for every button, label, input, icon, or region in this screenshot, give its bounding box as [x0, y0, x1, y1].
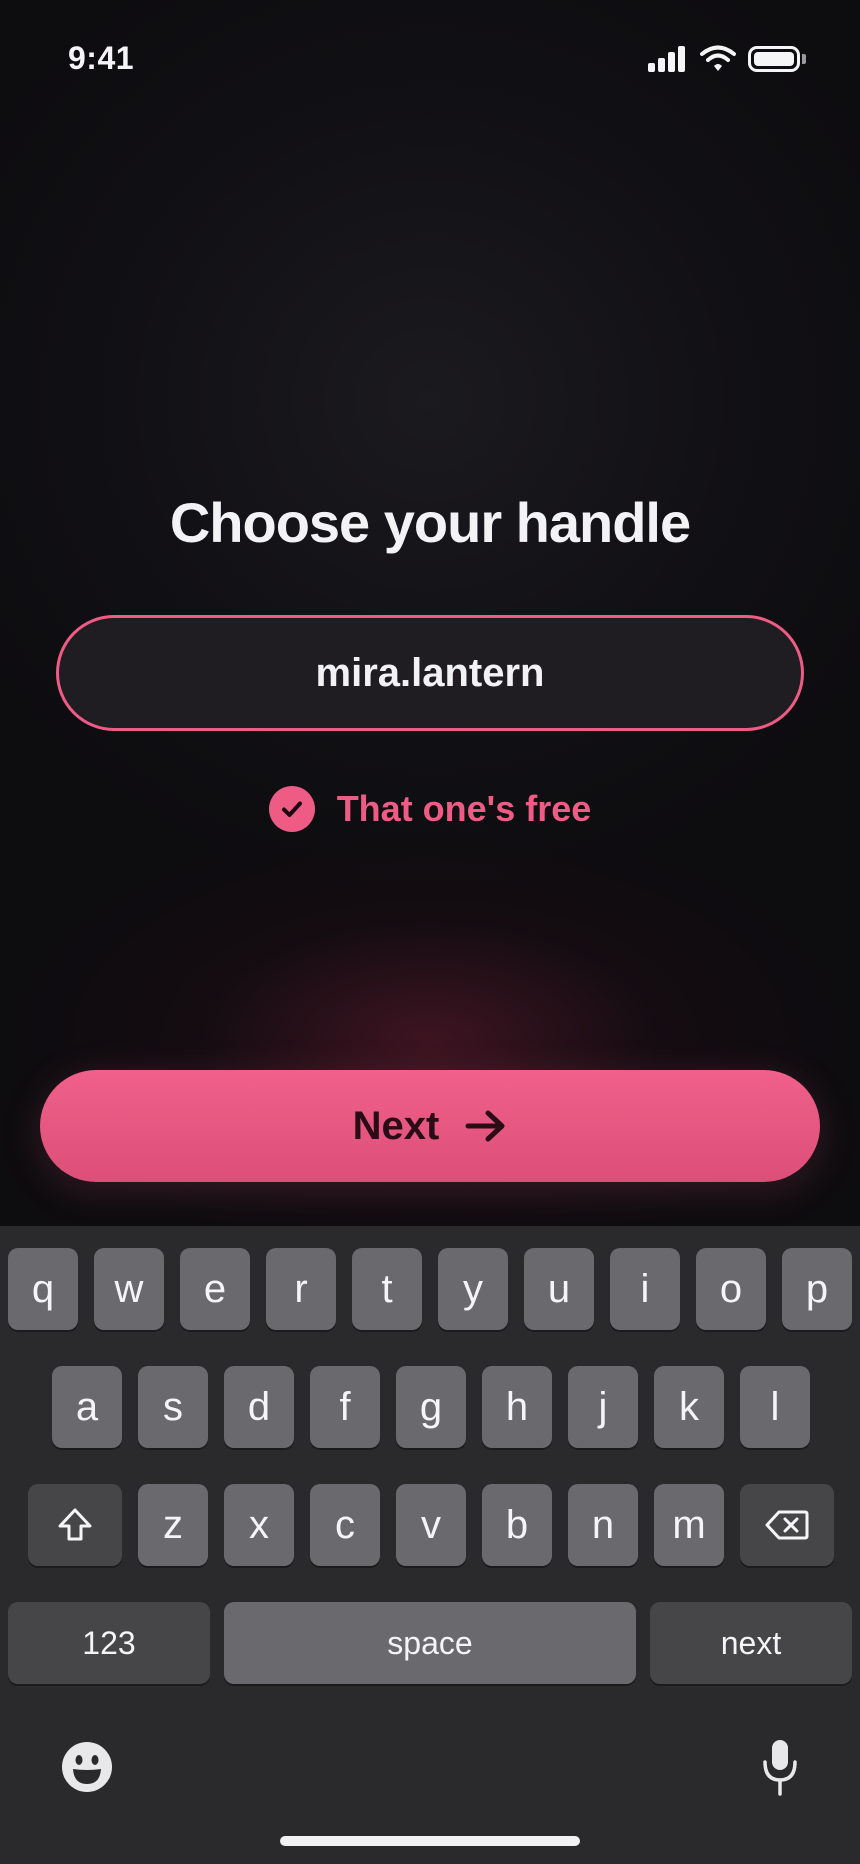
- key-c[interactable]: c: [310, 1484, 380, 1566]
- key-q[interactable]: q: [8, 1248, 78, 1330]
- check-circle-icon: [268, 786, 315, 832]
- key-i[interactable]: i: [610, 1248, 680, 1330]
- space-key[interactable]: space: [224, 1602, 636, 1684]
- key-y[interactable]: y: [438, 1248, 508, 1330]
- key-z[interactable]: z: [138, 1484, 208, 1566]
- next-button[interactable]: Next: [40, 1070, 820, 1182]
- status-bar: 9:41: [0, 0, 860, 120]
- delete-icon: [765, 1510, 809, 1540]
- numbers-key[interactable]: 123: [8, 1602, 210, 1684]
- key-d[interactable]: d: [224, 1366, 294, 1448]
- microphone-icon[interactable]: [760, 1738, 800, 1796]
- status-time: 9:41: [68, 40, 135, 76]
- key-l[interactable]: l: [740, 1366, 810, 1448]
- key-b[interactable]: b: [482, 1484, 552, 1566]
- battery-icon: [748, 46, 800, 72]
- next-button-label: Next: [352, 1103, 440, 1148]
- key-k[interactable]: k: [654, 1366, 724, 1448]
- key-s[interactable]: s: [138, 1366, 208, 1448]
- key-g[interactable]: g: [396, 1366, 466, 1448]
- key-w[interactable]: w: [94, 1248, 164, 1330]
- key-a[interactable]: a: [52, 1366, 122, 1448]
- delete-key[interactable]: [740, 1484, 834, 1566]
- key-m[interactable]: m: [654, 1484, 724, 1566]
- availability-status: That one's free: [0, 785, 860, 833]
- arrow-right-icon: [465, 1110, 505, 1142]
- key-v[interactable]: v: [396, 1484, 466, 1566]
- cellular-signal-icon: [648, 46, 686, 72]
- key-j[interactable]: j: [568, 1366, 638, 1448]
- key-u[interactable]: u: [524, 1248, 594, 1330]
- key-e[interactable]: e: [180, 1248, 250, 1330]
- key-f[interactable]: f: [310, 1366, 380, 1448]
- return-key[interactable]: next: [650, 1602, 852, 1684]
- key-p[interactable]: p: [782, 1248, 852, 1330]
- page-title: Choose your handle: [169, 491, 691, 554]
- key-h[interactable]: h: [482, 1366, 552, 1448]
- shift-key[interactable]: [28, 1484, 122, 1566]
- battery-tip: [802, 54, 806, 64]
- availability-text: That one's free: [336, 788, 592, 829]
- handle-input[interactable]: mira.lantern: [56, 615, 804, 731]
- emoji-icon[interactable]: [60, 1740, 114, 1794]
- shift-icon: [58, 1508, 92, 1541]
- key-t[interactable]: t: [352, 1248, 422, 1330]
- key-r[interactable]: r: [266, 1248, 336, 1330]
- handle-input-value: mira.lantern: [315, 650, 545, 695]
- home-indicator[interactable]: [280, 1836, 580, 1846]
- key-x[interactable]: x: [224, 1484, 294, 1566]
- wifi-icon: [700, 45, 736, 71]
- key-n[interactable]: n: [568, 1484, 638, 1566]
- key-o[interactable]: o: [696, 1248, 766, 1330]
